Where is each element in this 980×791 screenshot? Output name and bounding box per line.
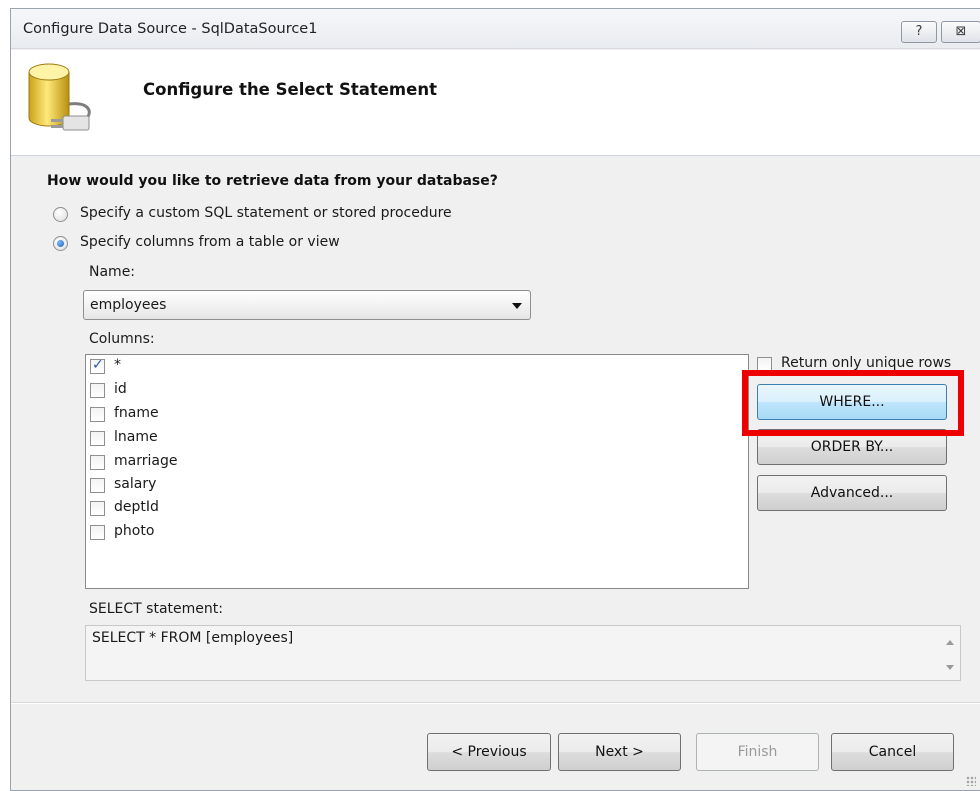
column-label: salary bbox=[114, 476, 157, 492]
name-label: Name: bbox=[89, 264, 136, 280]
columns-from-table-label: Specify columns from a table or view bbox=[80, 234, 340, 250]
table-name-dropdown[interactable]: employees bbox=[83, 290, 531, 320]
table-name-value: employees bbox=[90, 297, 167, 313]
next-button[interactable]: Next > bbox=[558, 733, 681, 771]
unique-rows-checkbox[interactable] bbox=[757, 357, 772, 372]
resize-grip-icon[interactable] bbox=[966, 776, 976, 786]
column-label: lname bbox=[114, 429, 158, 445]
column-checkbox[interactable] bbox=[90, 431, 105, 446]
column-label: marriage bbox=[114, 453, 178, 469]
scroll-down-icon[interactable] bbox=[946, 665, 954, 670]
wizard-header: Configure the Select Statement bbox=[11, 50, 980, 156]
where-button[interactable]: WHERE... bbox=[757, 384, 947, 420]
column-label: deptId bbox=[114, 499, 159, 515]
columns-list[interactable]: * id fname lname marriage salary deptId bbox=[85, 354, 749, 589]
window-title: Configure Data Source - SqlDataSource1 bbox=[23, 21, 318, 37]
close-button[interactable]: ⊠ bbox=[941, 21, 980, 43]
column-checkbox[interactable] bbox=[90, 407, 105, 422]
select-statement-text: SELECT * FROM [employees] bbox=[92, 630, 294, 646]
configure-data-source-dialog: Configure Data Source - SqlDataSource1 ?… bbox=[10, 8, 980, 791]
retrieve-question: How would you like to retrieve data from… bbox=[47, 173, 498, 189]
custom-sql-label: Specify a custom SQL statement or stored… bbox=[80, 205, 452, 221]
help-button[interactable]: ? bbox=[901, 21, 937, 43]
column-checkbox[interactable] bbox=[90, 501, 105, 516]
column-checkbox[interactable] bbox=[90, 478, 105, 493]
column-label: fname bbox=[114, 405, 159, 421]
select-statement-label: SELECT statement: bbox=[89, 601, 223, 617]
page-title: Configure the Select Statement bbox=[143, 80, 437, 99]
column-checkbox[interactable] bbox=[90, 383, 105, 398]
column-checkbox[interactable] bbox=[90, 357, 105, 374]
column-label: photo bbox=[114, 523, 155, 539]
title-bar: Configure Data Source - SqlDataSource1 ?… bbox=[11, 9, 980, 49]
select-statement-box[interactable]: SELECT * FROM [employees] bbox=[85, 625, 961, 681]
column-label: id bbox=[114, 381, 127, 397]
finish-button[interactable]: Finish bbox=[696, 733, 819, 771]
unique-rows-label: Return only unique rows bbox=[781, 355, 952, 371]
footer-divider bbox=[11, 702, 980, 704]
column-label: * bbox=[114, 357, 121, 373]
column-checkbox[interactable] bbox=[90, 525, 105, 540]
previous-button[interactable]: < Previous bbox=[427, 733, 551, 771]
scroll-up-icon[interactable] bbox=[946, 640, 954, 645]
columns-from-table-radio[interactable] bbox=[53, 236, 68, 251]
chevron-down-icon bbox=[512, 303, 522, 309]
advanced-button[interactable]: Advanced... bbox=[757, 475, 947, 511]
unique-rows-option[interactable]: Return only unique rows bbox=[757, 355, 980, 375]
order-by-button[interactable]: ORDER BY... bbox=[757, 429, 947, 465]
columns-label: Columns: bbox=[89, 331, 155, 347]
cancel-button[interactable]: Cancel bbox=[831, 733, 954, 771]
custom-sql-radio[interactable] bbox=[53, 207, 68, 222]
column-checkbox[interactable] bbox=[90, 455, 105, 470]
database-connector-icon bbox=[28, 63, 91, 131]
